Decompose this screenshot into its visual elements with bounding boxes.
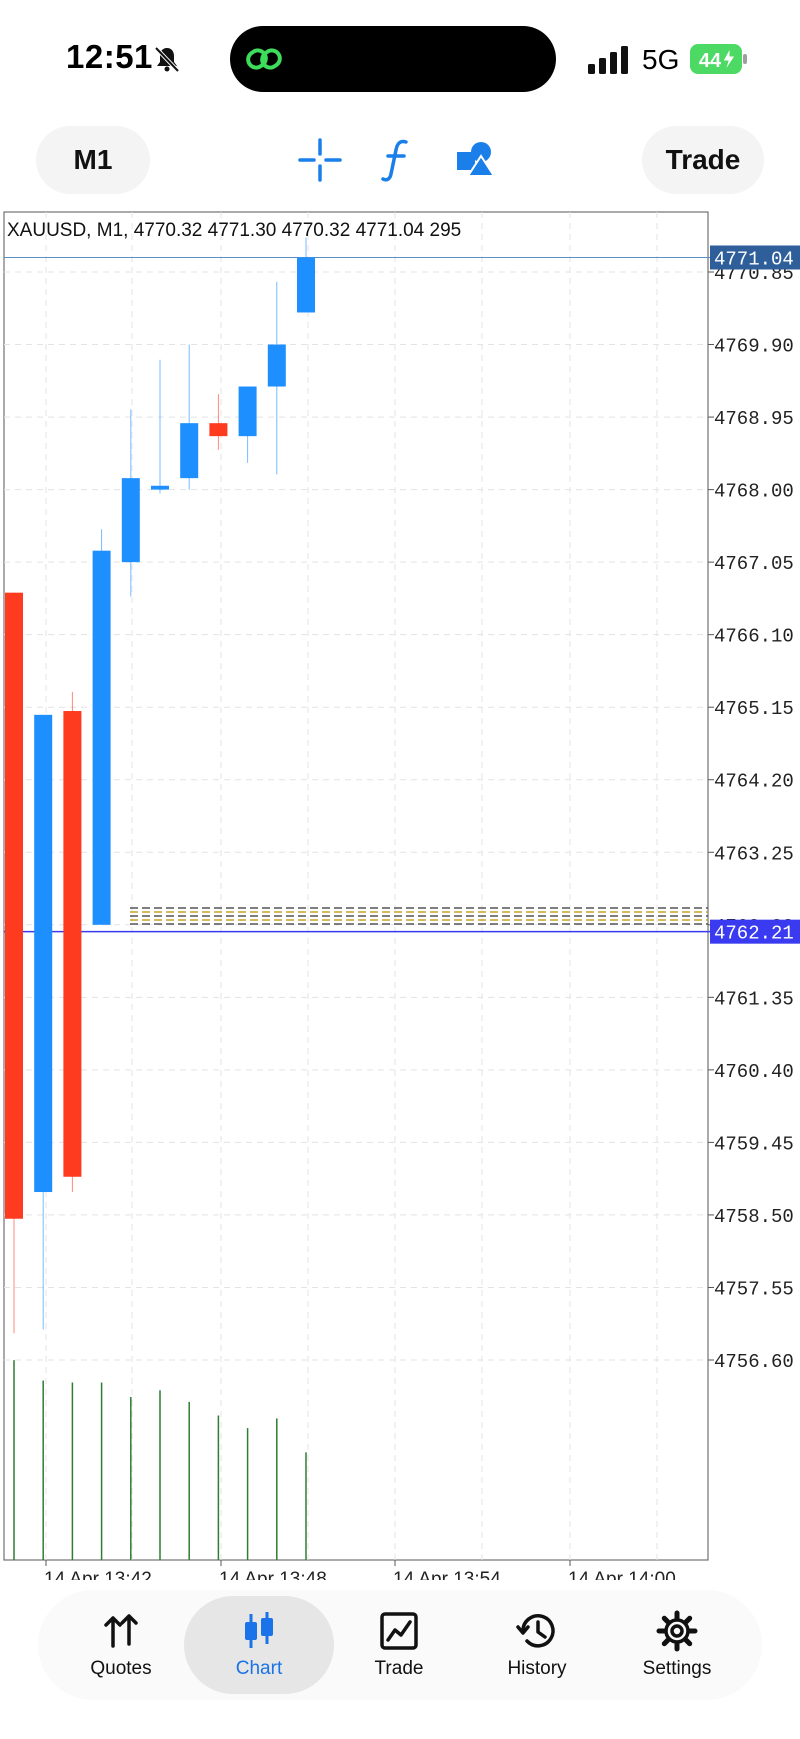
bear-candle [63,711,82,1177]
trade-button[interactable]: Trade [642,126,764,194]
candles [5,237,315,1334]
bull-candle [151,485,169,490]
network-type: 5G [642,44,680,75]
bull-candle [121,478,140,563]
price-tick-label: 4764.20 [714,771,794,793]
objects-shapes-icon[interactable] [448,132,504,188]
chart-canvas[interactable]: 4770.854769.904768.954768.004767.054766.… [0,210,800,1580]
chart-info-line: XAUUSD, M1, 4770.32 4771.30 4770.32 4771… [7,220,462,241]
bull-candle [92,550,111,925]
bull-candle [267,344,286,387]
status-bar: 12:51 5G 44 [0,0,800,110]
nav-chart-label: Chart [235,1658,283,1679]
time-tick-label: 14 Apr 13:48 [219,1569,327,1580]
settings-gear-icon [656,1610,698,1652]
link-icon [246,48,282,70]
quotes-arrows-icon [104,1614,138,1648]
bear-candle [209,423,228,437]
nav-quotes[interactable]: Quotes [46,1596,196,1694]
battery-icon: 44 [690,44,747,74]
price-tick-label: 4756.60 [714,1351,794,1373]
price-tick-label: 4768.95 [714,408,794,430]
price-tick-label: 4758.50 [714,1206,794,1228]
price-tick-label: 4765.15 [714,698,794,720]
time-tick-label: 14 Apr 13:42 [44,1569,152,1580]
dynamic-island [230,26,556,92]
chart-candles-icon [245,1612,273,1648]
time-tick-label: 14 Apr 13:54 [393,1569,501,1580]
nav-settings[interactable]: Settings [602,1596,752,1694]
bull-candle [34,714,53,1193]
nav-quotes-label: Quotes [90,1658,152,1679]
bell-muted-icon [154,46,180,73]
bear-candle [5,592,23,1219]
trade-line-icon [380,1612,418,1650]
price-tick-label: 4769.90 [714,336,794,358]
bottom-nav: Quotes Chart Trade History Settings [38,1590,762,1700]
timeframe-button[interactable]: M1 [36,126,150,194]
battery-level: 44 [699,50,722,72]
volume-bars [13,1360,307,1560]
nav-history[interactable]: History [462,1596,612,1694]
status-time: 12:51 [66,38,153,75]
history-clock-icon [516,1614,555,1648]
nav-trade-label: Trade [374,1658,424,1679]
order-levels [4,256,800,933]
bid-price-label: 4771.04 [714,248,794,270]
time-tick-label: 14 Apr 14:00 [568,1569,676,1580]
price-tick-label: 4763.25 [714,843,794,865]
bull-candle [180,423,199,479]
nav-history-label: History [507,1658,567,1679]
price-tick-label: 4761.35 [714,988,794,1010]
price-tick-label: 4767.05 [714,553,794,575]
indicator-f-icon[interactable] [370,132,426,188]
chart-toolbar: M1 Trade [0,110,800,210]
price-chart[interactable]: 4770.85 4769.90 4768.95 4768.00 4767.05 4766.… [0,210,800,1580]
price-tick-label: 4757.55 [714,1278,794,1300]
crosshair-icon[interactable] [292,132,348,188]
price-tick-label: 4766.10 [714,626,794,648]
nav-trade[interactable]: Trade [324,1596,474,1694]
price-tick-label: 4759.45 [714,1133,794,1155]
ask-price-label: 4762.21 [714,923,794,945]
price-tick-label: 4768.00 [714,481,794,503]
nav-chart[interactable]: Chart [184,1596,334,1694]
signal-bars-icon [588,46,628,74]
price-tick-label: 4760.40 [714,1061,794,1083]
nav-settings-label: Settings [642,1658,712,1679]
bull-candle [238,386,257,437]
bull-candle [297,257,315,313]
